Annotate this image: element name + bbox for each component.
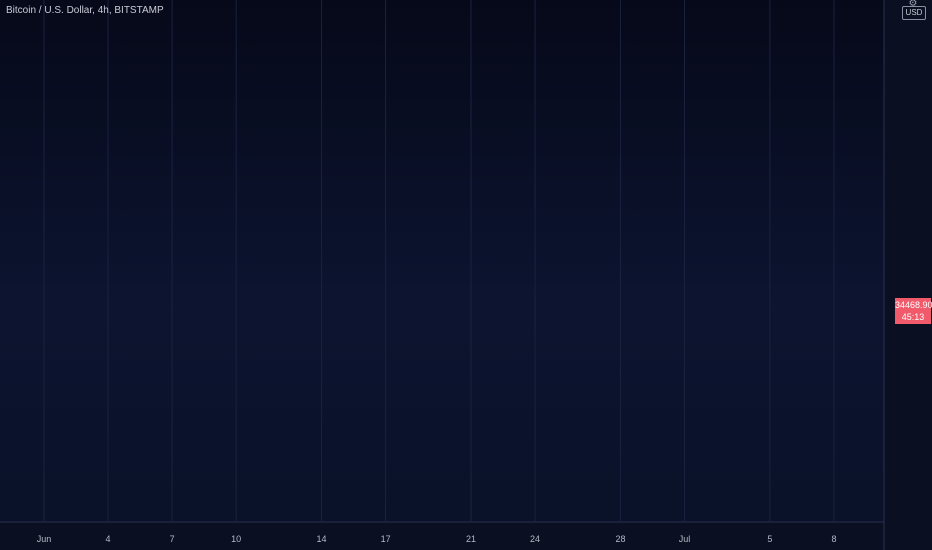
x-tick-label: Jun — [37, 534, 52, 544]
currency-badge[interactable]: USD — [902, 6, 926, 20]
x-tick-label: 8 — [831, 534, 836, 544]
x-tick-label: 4 — [106, 534, 111, 544]
x-tick-label: 10 — [231, 534, 241, 544]
x-tick-label: 21 — [466, 534, 476, 544]
price-chart: 44000.0043000.0042000.0041000.0040000.00… — [0, 0, 932, 550]
last-price-tag: 34468.90 45:13 — [895, 298, 932, 324]
x-tick-label: 17 — [381, 534, 391, 544]
x-tick-label: 7 — [170, 534, 175, 544]
price-axis-panel — [884, 0, 932, 550]
x-tick-label: 14 — [317, 534, 327, 544]
x-tick-label: Jul — [679, 534, 691, 544]
chart-stage: 44000.0043000.0042000.0041000.0040000.00… — [0, 0, 932, 550]
x-tick-label: 5 — [767, 534, 772, 544]
time-axis-panel — [0, 522, 884, 550]
chart-title: Bitcoin / U.S. Dollar, 4h, BITSTAMP — [6, 5, 164, 16]
x-tick-label: 28 — [615, 534, 625, 544]
x-tick-label: 24 — [530, 534, 540, 544]
last-price-value: 34468.90 — [895, 300, 932, 310]
bar-countdown: 45:13 — [901, 312, 925, 322]
